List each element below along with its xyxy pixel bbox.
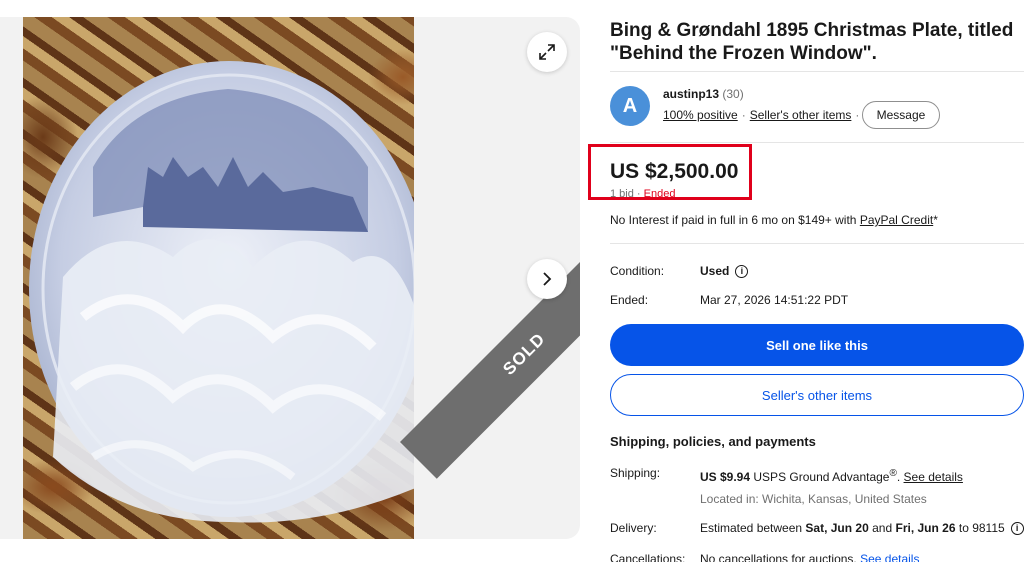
next-image-button[interactable] bbox=[527, 259, 567, 299]
expand-icon bbox=[539, 44, 555, 60]
paypal-credit-link[interactable]: PayPal Credit bbox=[860, 213, 933, 227]
shipping-value: US $9.94 USPS Ground Advantage®. See det… bbox=[700, 468, 963, 484]
item-photo[interactable] bbox=[23, 17, 414, 539]
plate-image bbox=[29, 61, 414, 523]
shipping-see-details-link[interactable]: See details bbox=[904, 470, 963, 484]
sold-label: SOLD bbox=[499, 329, 549, 379]
delivery-label: Delivery: bbox=[610, 521, 657, 535]
cancellations-label: Cancellations: bbox=[610, 552, 686, 562]
chevron-right-icon bbox=[543, 272, 552, 286]
item-details: Bing & Grøndahl 1895 Christmas Plate, ti… bbox=[588, 0, 1024, 562]
sell-one-like-this-button[interactable]: Sell one like this bbox=[610, 324, 1024, 366]
divider bbox=[610, 71, 1024, 72]
divider bbox=[610, 243, 1024, 244]
listing-title: Bing & Grøndahl 1895 Christmas Plate, ti… bbox=[610, 20, 1014, 64]
condition-value: Used i bbox=[700, 264, 749, 279]
cancellations-value: No cancellations for auctions. See detai… bbox=[700, 552, 919, 562]
sellers-other-items-button[interactable]: Seller's other items bbox=[610, 374, 1024, 416]
seller-avatar[interactable]: A bbox=[610, 86, 650, 126]
image-gallery: SOLD bbox=[0, 17, 580, 539]
info-icon[interactable]: i bbox=[735, 265, 749, 279]
shipping-label: Shipping: bbox=[610, 466, 661, 480]
delivery-info-icon[interactable]: i bbox=[1010, 522, 1024, 536]
cancellations-see-details-link[interactable]: See details bbox=[860, 552, 919, 562]
bid-count[interactable]: 1 bid bbox=[610, 188, 634, 200]
seller-links: 100% positive · Seller's other items · bbox=[663, 108, 860, 122]
ended-status: Ended bbox=[643, 188, 676, 200]
shipping-section-title: Shipping, policies, and payments bbox=[610, 434, 816, 449]
item-location: Located in: Wichita, Kansas, United Stat… bbox=[700, 492, 927, 506]
seller-name[interactable]: austinp13 (30) bbox=[663, 87, 744, 101]
bid-status: 1 bid · Ended bbox=[610, 188, 676, 200]
ended-label: Ended: bbox=[610, 293, 649, 307]
expand-button[interactable] bbox=[527, 32, 567, 72]
delivery-value: Estimated between Sat, Jun 20 and Fri, J… bbox=[700, 521, 1024, 536]
seller-other-items-link[interactable]: Seller's other items bbox=[750, 108, 852, 122]
seller-username[interactable]: austinp13 bbox=[663, 87, 719, 101]
price: US $2,500.00 bbox=[610, 160, 739, 183]
condition-label: Condition: bbox=[610, 264, 665, 278]
financing-offer: No Interest if paid in full in 6 mo on $… bbox=[610, 213, 938, 227]
divider bbox=[610, 142, 1024, 143]
seller-feedback-score: (30) bbox=[722, 87, 744, 101]
ended-value: Mar 27, 2026 14:51:22 PDT bbox=[700, 293, 849, 307]
positive-feedback-link[interactable]: 100% positive bbox=[663, 108, 738, 122]
message-button[interactable]: Message bbox=[862, 101, 940, 129]
